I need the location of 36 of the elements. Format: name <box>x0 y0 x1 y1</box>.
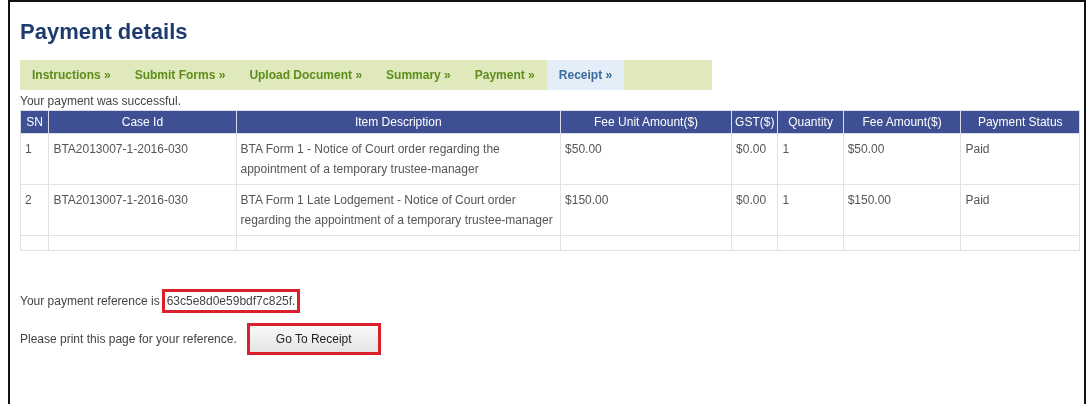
step-tab[interactable]: Receipt » <box>546 60 625 90</box>
step-tab[interactable]: Submit Forms » <box>122 60 238 90</box>
table-cell: 1 <box>20 133 49 185</box>
print-note: Please print this page for your reference. <box>20 332 237 346</box>
column-header: GST($) <box>731 110 778 134</box>
table-cell: Paid <box>961 184 1080 236</box>
table-cell: 1 <box>777 133 844 185</box>
column-header: Fee Unit Amount($) <box>560 110 732 134</box>
table-cell: BTA Form 1 Late Lodgement - Notice of Court order regarding the appointment of a temporary trustee-manager <box>236 184 561 236</box>
column-header: Case Id <box>48 110 236 134</box>
column-header: Fee Amount($) <box>843 110 961 134</box>
payment-reference: 63c5e8d0e59bdf7c825f. <box>161 289 301 313</box>
table-cell: $150.00 <box>843 184 961 236</box>
table-cell: BTA Form 1 - Notice of Court order regarding the appointment of a temporary trustee-manager <box>236 133 561 185</box>
column-header: SN <box>20 110 49 134</box>
table-cell: 2 <box>20 184 49 236</box>
step-tab[interactable]: Payment » <box>462 60 547 90</box>
column-header: Payment Status <box>961 110 1080 134</box>
table-cell: 1 <box>777 184 844 236</box>
reference-label: Your payment reference is <box>20 294 160 308</box>
column-header: Quantity <box>777 110 844 134</box>
step-tab[interactable]: Upload Document » <box>237 60 375 90</box>
table-cell: $50.00 <box>560 133 732 185</box>
table-cell: $150.00 <box>560 184 732 236</box>
go-to-receipt-button[interactable]: Go To Receipt <box>246 323 381 355</box>
table-cell: BTA2013007-1-2016-030 <box>48 133 236 185</box>
step-tab[interactable]: Instructions » <box>20 60 123 90</box>
table-cell: BTA2013007-1-2016-030 <box>48 184 236 236</box>
table-cell: $0.00 <box>731 133 778 185</box>
table-cell: $50.00 <box>843 133 961 185</box>
column-header: Item Description <box>236 110 561 134</box>
step-tab[interactable]: Summary » <box>374 60 463 90</box>
page-title: Payment details <box>20 18 189 46</box>
success-message: Your payment was successful. <box>20 94 182 108</box>
table-cell: Paid <box>961 133 1080 185</box>
table-cell: $0.00 <box>731 184 778 236</box>
